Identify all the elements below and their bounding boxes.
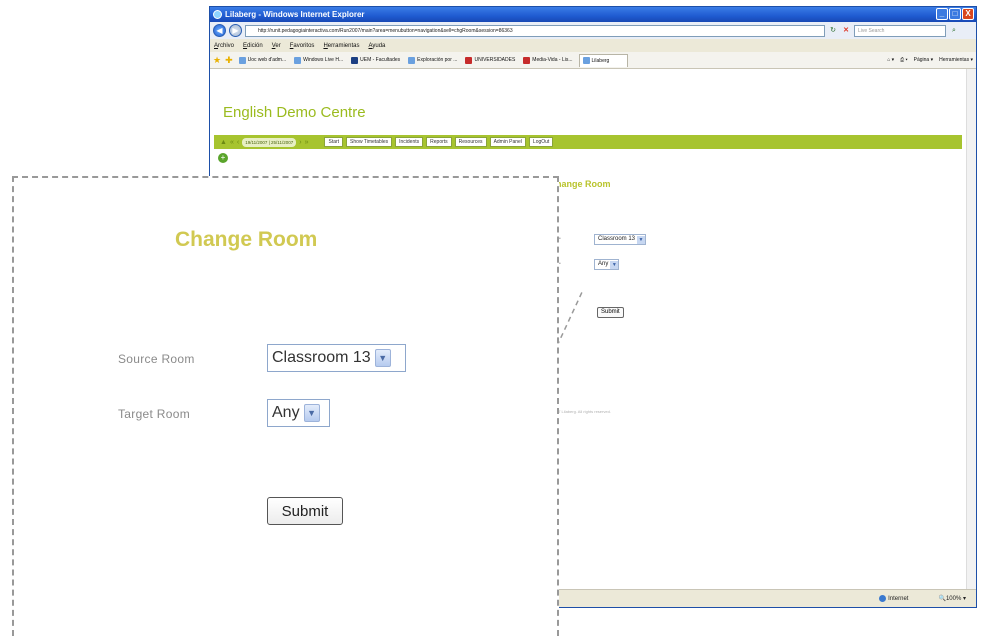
target-room-label: Target Room bbox=[118, 407, 190, 421]
first-week-icon[interactable]: « bbox=[230, 139, 234, 146]
tab-exploracion[interactable]: Exploración por ... bbox=[406, 56, 459, 64]
minimize-button[interactable]: _ bbox=[936, 8, 948, 20]
source-room-select[interactable]: Classroom 13 ▼ bbox=[267, 344, 406, 372]
page-menu[interactable]: Página ▾ bbox=[914, 57, 933, 63]
page-icon bbox=[582, 57, 590, 64]
page-icon bbox=[238, 56, 246, 64]
copyright-text: 07 Lilaberg. All rights reserved. bbox=[556, 409, 611, 414]
globe-icon bbox=[879, 594, 887, 602]
zoom-callout: Change Room Source Room Classroom 13 ▼ T… bbox=[12, 176, 559, 636]
home-nav-icon[interactable]: ▲ bbox=[220, 139, 227, 146]
tab-universidades[interactable]: UNIVERSIDADES bbox=[463, 56, 517, 64]
callout-connector bbox=[556, 289, 584, 347]
target-room-select[interactable]: Any ▼ bbox=[267, 399, 330, 427]
search-input[interactable]: Live Search bbox=[854, 24, 946, 37]
page-icon bbox=[294, 56, 302, 64]
menu-archivo[interactable]: Archivo bbox=[214, 43, 234, 49]
submit-button-small[interactable]: Submit bbox=[597, 307, 624, 318]
menu-ver[interactable]: Ver bbox=[272, 43, 281, 49]
stop-icon[interactable]: ✕ bbox=[841, 26, 851, 36]
print-icon[interactable]: ⎙ ▾ bbox=[900, 57, 908, 63]
tab-media-vida[interactable]: Media-Vida - Lis... bbox=[521, 56, 574, 64]
tab-bar: ★ ✚ Uoc web d'adm... Windows Live H... U… bbox=[210, 52, 976, 69]
tab-lilaberg[interactable]: Lilaberg bbox=[578, 53, 629, 67]
submit-button[interactable]: Submit bbox=[267, 497, 343, 525]
url-field[interactable]: http://runit.pedagogiainteractiva.com/Ru… bbox=[245, 24, 825, 37]
menu-ayuda[interactable]: Ayuda bbox=[368, 43, 385, 49]
menu-herramientas[interactable]: Herramientas bbox=[323, 43, 359, 49]
target-room-select-small[interactable]: Any ▼ bbox=[594, 259, 620, 270]
nav-resources-button[interactable]: Resources bbox=[454, 137, 487, 147]
nav-start-button[interactable]: Start bbox=[324, 137, 344, 147]
nav-admin-button[interactable]: Admin Panel bbox=[489, 137, 526, 147]
vertical-scrollbar[interactable] bbox=[966, 69, 976, 591]
app-title: English Demo Centre bbox=[223, 104, 366, 121]
refresh-icon[interactable]: ↻ bbox=[828, 26, 838, 36]
page-icon bbox=[465, 56, 473, 64]
window-title: Lilaberg - Windows Internet Explorer bbox=[225, 10, 365, 19]
prev-week-icon[interactable]: ‹ bbox=[237, 139, 239, 146]
chevron-down-icon: ▼ bbox=[374, 349, 391, 367]
zoom-level[interactable]: 🔍100% ▾ bbox=[938, 595, 966, 602]
chevron-down-icon: ▼ bbox=[610, 260, 619, 269]
source-room-select-small[interactable]: Classroom 13 ▼ bbox=[594, 234, 647, 245]
app-navbar: ▲ « ‹ 19/11/2007 | 25/11/2007 › » Start … bbox=[214, 135, 962, 149]
maximize-button[interactable]: □ bbox=[949, 8, 961, 20]
address-bar: ◀ ▶ http://runit.pedagogiainteractiva.co… bbox=[210, 22, 976, 39]
home-icon[interactable]: ⌂ ▾ bbox=[887, 57, 894, 63]
tab-uem[interactable]: UEM - Facultades bbox=[349, 56, 402, 64]
tab-uoc[interactable]: Uoc web d'adm... bbox=[237, 56, 288, 64]
menu-bar: Archivo Edición Ver Favoritos Herramient… bbox=[210, 39, 976, 52]
page-icon bbox=[408, 56, 416, 64]
security-zone: Internet bbox=[879, 594, 908, 602]
chevron-down-icon: ▼ bbox=[303, 404, 320, 422]
favorites-star-icon[interactable]: ★ bbox=[213, 55, 221, 66]
source-room-label: Source Room bbox=[118, 352, 195, 366]
page-icon bbox=[523, 56, 531, 64]
title-bar: Lilaberg - Windows Internet Explorer _ □… bbox=[210, 7, 976, 22]
menu-favoritos[interactable]: Favoritos bbox=[290, 43, 315, 49]
date-range: 19/11/2007 | 25/11/2007 bbox=[242, 137, 297, 147]
tab-windows-live[interactable]: Windows Live H... bbox=[292, 56, 345, 64]
next-week-icon[interactable]: › bbox=[299, 139, 301, 146]
menu-edicion[interactable]: Edición bbox=[243, 43, 263, 49]
page-heading-small: hange Room bbox=[556, 179, 611, 189]
add-favorite-icon[interactable]: ✚ bbox=[225, 55, 233, 66]
search-icon[interactable]: ⌕ bbox=[949, 26, 959, 36]
forward-button[interactable]: ▶ bbox=[229, 24, 242, 37]
nav-timetables-button[interactable]: Show Timetables bbox=[346, 137, 393, 147]
nav-reports-button[interactable]: Reports bbox=[426, 137, 452, 147]
close-button[interactable]: X bbox=[962, 8, 974, 20]
add-icon[interactable]: + bbox=[218, 153, 228, 163]
page-icon bbox=[351, 56, 359, 64]
chevron-down-icon: ▼ bbox=[637, 235, 646, 244]
back-button[interactable]: ◀ bbox=[213, 24, 226, 37]
tools-menu[interactable]: Herramientas ▾ bbox=[939, 57, 973, 63]
last-week-icon[interactable]: » bbox=[305, 139, 309, 146]
ie-icon bbox=[213, 10, 222, 19]
source-bullet: • bbox=[559, 236, 561, 242]
nav-incidents-button[interactable]: Incidents bbox=[395, 137, 424, 147]
nav-logout-button[interactable]: LogOut bbox=[528, 137, 554, 147]
target-bullet: • bbox=[559, 261, 561, 267]
page-title: Change Room bbox=[175, 228, 318, 251]
